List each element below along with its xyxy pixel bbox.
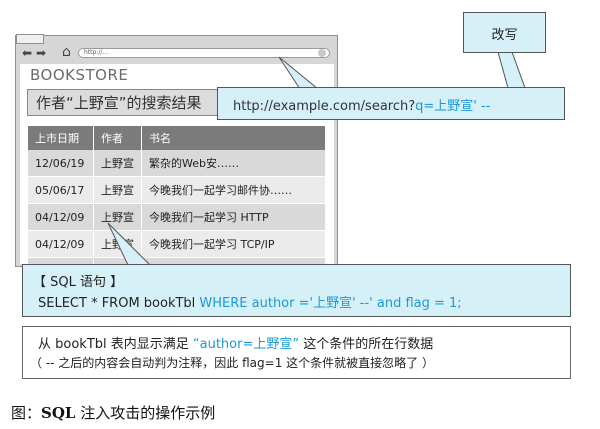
caption-rest: 注入攻击的操作示例 bbox=[75, 404, 216, 422]
explanation-line-1: 从 bookTbl 表内显示满足 “author=上野宣” 这个条件的所在行数据 bbox=[38, 333, 433, 352]
url-pointer bbox=[278, 56, 320, 90]
sql-injected-part: WHERE author ='上野宣' --' and flag = 1; bbox=[199, 296, 462, 311]
caption-label: 图： bbox=[11, 404, 42, 422]
sql-statement: SELECT * FROM bookTbl WHERE author ='上野宣… bbox=[38, 292, 462, 311]
sql-title: 【 SQL 语句 】 bbox=[33, 275, 124, 290]
figure-caption: 图：SQL 注入攻击的操作示例 bbox=[11, 402, 215, 423]
sql-pointer bbox=[107, 222, 152, 266]
caption-bold: SQL bbox=[41, 404, 76, 422]
url-injected-param: q=上野宣' -- bbox=[415, 99, 491, 114]
rewrite-pointer bbox=[497, 51, 526, 89]
expl-highlight: “author=上野宣” bbox=[192, 337, 300, 352]
explanation-line-2: （ -- 之后的内容会自动判为注释，因此 flag=1 这个条件就被直接忽略了 … bbox=[30, 356, 434, 370]
rewrite-label: 改写 bbox=[491, 28, 518, 43]
injected-url: http://example.com/search?q=上野宣' -- bbox=[233, 95, 490, 114]
expl-part2: 这个条件的所在行数据 bbox=[299, 337, 434, 352]
sql-part1: SELECT * FROM bookTbl bbox=[38, 296, 200, 311]
url-prefix: http://example.com/search? bbox=[233, 99, 416, 114]
expl-part1: 从 bookTbl 表内显示满足 bbox=[38, 337, 193, 352]
